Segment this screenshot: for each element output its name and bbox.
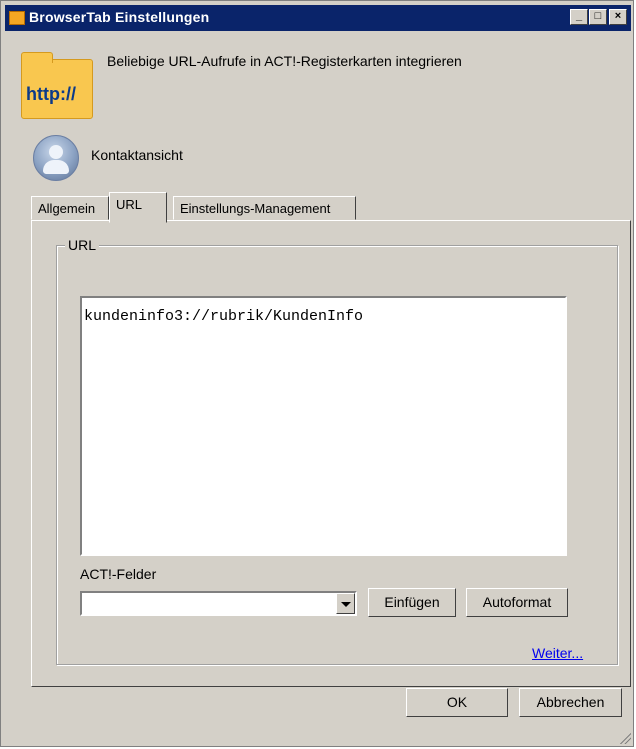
app-icon [9,11,25,25]
http-icon-label: http:// [26,84,76,104]
window-title: BrowserTab Einstellungen [29,9,210,25]
close-button[interactable]: × [609,9,627,25]
minimize-button[interactable]: _ [570,9,588,25]
header-description: Beliebige URL-Aufrufe in ACT!-Registerka… [107,53,462,69]
http-folder-icon: http:// [21,52,93,119]
context-label: Kontaktansicht [91,147,183,163]
tab-panel-url: URL kundeninfo3://rubrik/KundenInfo ACT!… [31,220,631,687]
maximize-button[interactable]: □ [589,9,607,25]
avatar-head [49,145,63,159]
settings-window: BrowserTab Einstellungen _ □ × http:// B… [0,0,634,747]
contact-avatar-icon [33,135,79,181]
tab-einstellungs-management[interactable]: Einstellungs-Management [173,196,356,220]
ok-button[interactable]: OK [406,688,508,717]
insert-button[interactable]: Einfügen [368,588,456,617]
folder-tab-shape [21,52,53,63]
avatar-body [43,160,69,174]
url-group-label: URL [65,237,100,253]
act-fields-label: ACT!-Felder [80,566,157,582]
tab-allgemein[interactable]: Allgemein [31,196,109,220]
act-fields-dropdown[interactable] [80,591,357,616]
cancel-button[interactable]: Abbrechen [519,688,622,717]
url-textarea[interactable]: kundeninfo3://rubrik/KundenInfo [80,296,567,556]
autoformat-button[interactable]: Autoformat [466,588,568,617]
resize-grip-icon[interactable] [617,730,631,744]
url-groupbox: URL kundeninfo3://rubrik/KundenInfo ACT!… [56,237,618,665]
title-bar[interactable]: BrowserTab Einstellungen _ □ × [5,5,631,31]
more-link[interactable]: Weiter... [532,645,583,661]
tab-url[interactable]: URL [109,192,167,223]
chevron-down-icon[interactable] [336,593,355,614]
